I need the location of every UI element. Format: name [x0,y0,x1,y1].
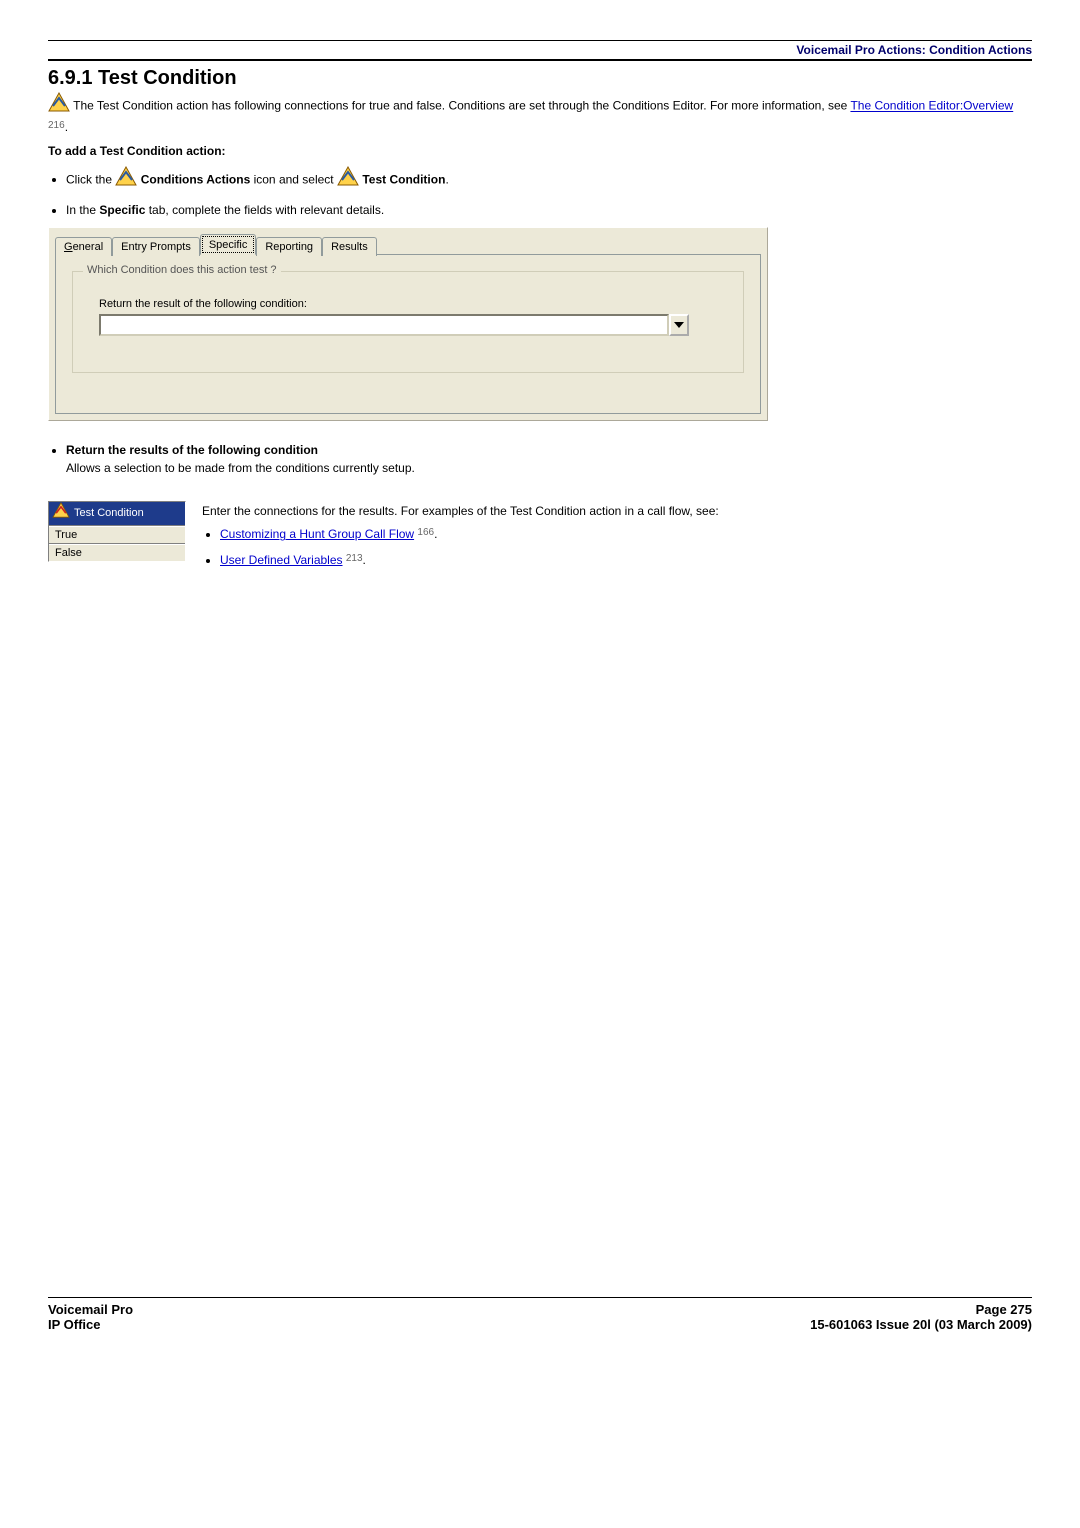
tab-results[interactable]: Results [322,237,377,256]
tab-entry-prompts[interactable]: Entry Prompts [112,237,200,256]
intro-text-post: . [65,120,68,134]
test-condition-node: Test Condition True False [48,501,186,562]
section-title: 6.9.1 Test Condition [48,67,1032,90]
user-defined-variables-ref: 213 [346,553,363,564]
section-rule [48,59,1032,61]
chevron-down-icon [674,322,684,328]
intro-text-pre: The Test Condition action has following … [73,99,850,113]
footer-rule [48,1297,1032,1298]
result-bullet-list: Return the results of the following cond… [48,441,1032,477]
groupbox-title: Which Condition does this action test ? [83,264,281,276]
tab-general-rest: eneral [73,241,104,253]
test-condition-node-title: Test Condition [74,507,144,519]
condition-combobox[interactable] [99,314,727,336]
connections-link-item-2: User Defined Variables 213. [220,551,719,569]
footer-right-2: 15-601063 Issue 20l (03 March 2009) [810,1317,1032,1332]
test-condition-select-icon [337,166,359,191]
properties-dialog: General Entry Prompts Specific Reporting… [48,227,768,421]
connections-intro: Enter the connections for the results. F… [202,503,719,520]
page-content: Voicemail Pro Actions: Condition Actions… [0,0,1080,597]
user-defined-variables-link[interactable]: User Defined Variables [220,553,343,567]
condition-field-label: Return the result of the following condi… [99,298,727,310]
breadcrumb: Voicemail Pro Actions: Condition Actions [48,43,1032,57]
page-footer: Voicemail Pro Page 275 IP Office 15-6010… [0,1297,1080,1362]
bullet2-pre: In the [66,203,99,217]
footer-left-2: IP Office [48,1317,101,1332]
footer-row-2: IP Office 15-601063 Issue 20l (03 March … [48,1317,1032,1332]
bullet1-post: . [445,172,448,186]
tab-specific[interactable]: Specific [200,234,257,255]
condition-groupbox: Which Condition does this action test ? … [72,271,744,373]
bullet1-bold1: Conditions Actions [141,172,251,186]
add-action-subheading: To add a Test Condition action: [48,144,1032,158]
condition-combobox-button[interactable] [669,314,689,336]
instruction-item-2: In the Specific tab, complete the fields… [66,201,1032,219]
tab-general[interactable]: General [55,237,112,256]
customizing-hunt-group-ref: 166 [417,527,434,538]
condition-editor-pageref: 216 [48,120,65,131]
test-condition-node-header[interactable]: Test Condition [49,502,185,526]
instruction-item-1: Click the Conditions Actions icon and se… [66,168,1032,193]
top-rule [48,40,1032,41]
connections-link-item-1: Customizing a Hunt Group Call Flow 166. [220,525,719,543]
test-condition-node-icon [52,502,70,521]
tab-row: General Entry Prompts Specific Reporting… [55,234,761,255]
node-output-false[interactable]: False [49,544,185,561]
result-bullet-title: Return the results of the following cond… [66,443,318,457]
instruction-list: Click the Conditions Actions icon and se… [48,168,1032,219]
bullet2-bold: Specific [99,203,145,217]
connections-links-list: Customizing a Hunt Group Call Flow 166. … [202,525,719,569]
bullet1-bold2: Test Condition [362,172,445,186]
connections-text: Enter the connections for the results. F… [202,501,719,578]
bullet1-pre: Click the [66,172,115,186]
conditions-actions-icon [115,166,137,191]
bullet2-post: tab, complete the fields with relevant d… [145,203,384,217]
connections-block: Test Condition True False Enter the conn… [48,501,1032,578]
tab-panel-body: Which Condition does this action test ? … [55,254,761,414]
condition-editor-link[interactable]: The Condition Editor:Overview [850,99,1013,113]
result-bullet-item: Return the results of the following cond… [66,441,1032,477]
footer-left-1: Voicemail Pro [48,1302,133,1317]
test-condition-icon [48,92,70,117]
bullet1-mid: icon and select [254,172,337,186]
intro-paragraph: The Test Condition action has following … [48,94,1032,136]
customizing-hunt-group-link[interactable]: Customizing a Hunt Group Call Flow [220,527,414,541]
result-bullet-desc: Allows a selection to be made from the c… [66,461,415,475]
tab-reporting[interactable]: Reporting [256,237,322,256]
condition-combobox-input[interactable] [99,314,669,336]
node-output-true[interactable]: True [49,526,185,544]
footer-right-1: Page 275 [976,1302,1032,1317]
footer-row-1: Voicemail Pro Page 275 [48,1302,1032,1317]
